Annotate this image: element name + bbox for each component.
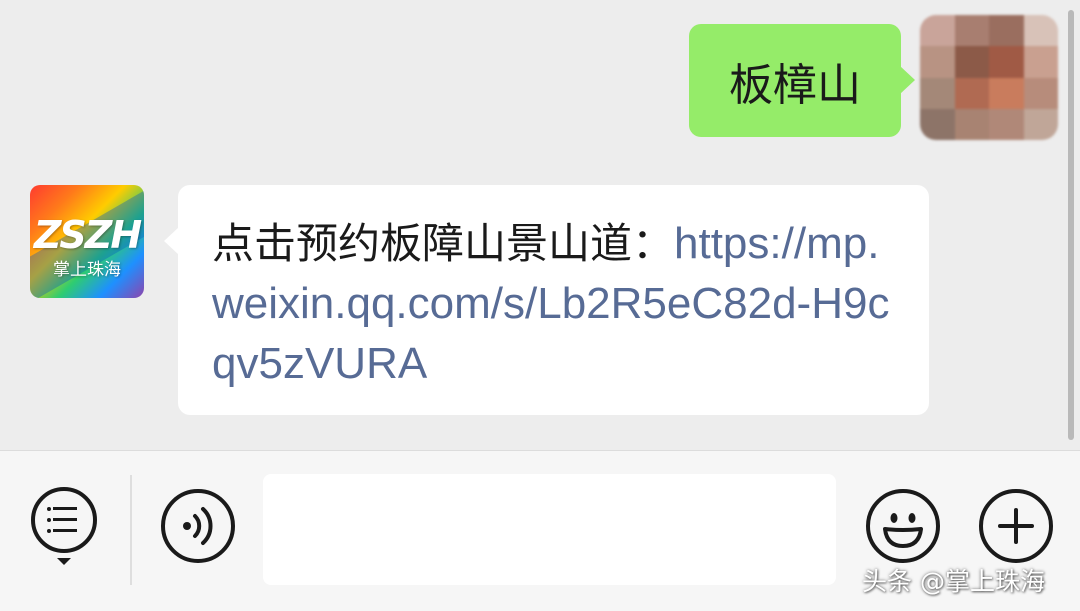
menu-list-dot <box>47 518 51 522</box>
avatar-logo-mark: ZSZH <box>33 213 142 257</box>
menu-list-dot <box>47 529 51 533</box>
input-divider <box>130 475 132 585</box>
plus-icon[interactable] <box>979 489 1053 563</box>
chat-scrollbar[interactable] <box>1068 10 1074 440</box>
watermark-text: 头条 @掌上珠海 <box>862 567 1045 596</box>
menu-list-line <box>53 518 77 521</box>
outgoing-message-text: 板樟山 <box>729 59 861 111</box>
chat-message-area: 板樟山 ZSZH 掌上珠海 点击预约板障山景山道：https://mp.weix… <box>0 0 1080 450</box>
smiley-face-icon <box>883 513 923 548</box>
menu-list-line <box>53 529 77 532</box>
menu-list-line <box>53 507 77 510</box>
menu-list-dot <box>47 507 51 511</box>
incoming-message-text: 点击预约板障山景山道： <box>212 219 675 268</box>
outgoing-message-bubble[interactable]: 板樟山 <box>689 24 915 137</box>
zszh-avatar[interactable]: ZSZH 掌上珠海 <box>30 185 144 298</box>
avatar-logo-subtitle: 掌上珠海 <box>53 260 121 280</box>
incoming-message-bubble[interactable]: 点击预约板障山景山道：https://mp.weixin.qq.com/s/Lb… <box>164 185 929 415</box>
voice-icon[interactable] <box>161 489 235 563</box>
menu-list-icon[interactable] <box>31 487 97 553</box>
menu-caret-icon <box>57 558 71 565</box>
emoji-icon[interactable] <box>866 489 940 563</box>
self-avatar[interactable] <box>920 15 1058 140</box>
plus-cross-icon <box>998 508 1034 544</box>
voice-waves-icon <box>183 507 213 545</box>
message-input[interactable] <box>263 474 836 585</box>
